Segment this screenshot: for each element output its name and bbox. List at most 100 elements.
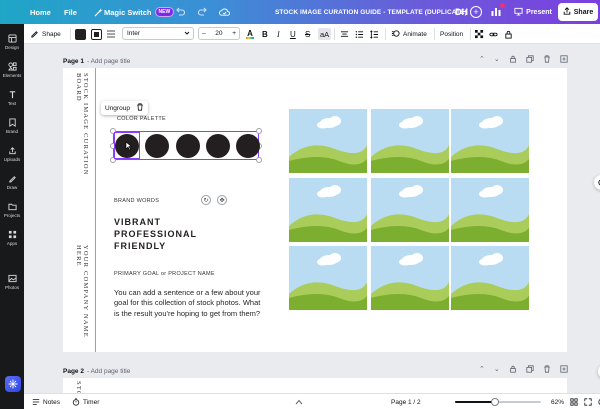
grid-view-button[interactable] bbox=[570, 394, 578, 409]
link-button[interactable] bbox=[489, 24, 498, 44]
stock-image-placeholder[interactable] bbox=[451, 246, 529, 310]
transparency-button[interactable] bbox=[475, 24, 484, 44]
duplicate-icon[interactable] bbox=[526, 365, 534, 375]
cloud-saved-icon[interactable] bbox=[218, 6, 230, 18]
stock-image-placeholder[interactable] bbox=[371, 246, 449, 310]
stock-image-placeholder[interactable] bbox=[451, 178, 529, 242]
chevron-down-icon[interactable]: ⌄ bbox=[494, 365, 500, 375]
chevron-up-icon[interactable]: ⌃ bbox=[479, 55, 485, 65]
page-indicator[interactable]: Page 1 / 2 bbox=[391, 394, 421, 409]
list-button[interactable] bbox=[355, 24, 364, 44]
letter-case-button[interactable]: aA bbox=[318, 28, 332, 40]
ungroup-button[interactable]: Ungroup bbox=[105, 105, 130, 112]
page-1-title-input[interactable]: - Add page title bbox=[87, 58, 130, 65]
refresh-suggestions-button[interactable] bbox=[594, 175, 600, 190]
rail-item-projects[interactable]: Projects bbox=[0, 197, 24, 223]
chevron-up-icon[interactable]: ⌃ bbox=[479, 365, 485, 375]
zoom-slider[interactable] bbox=[455, 398, 541, 406]
rail-item-draw[interactable]: Draw bbox=[0, 169, 24, 195]
avatar[interactable]: DH bbox=[453, 4, 470, 20]
stock-image-placeholder[interactable] bbox=[289, 109, 367, 173]
rail-item-photos[interactable]: Photos bbox=[0, 269, 24, 295]
cursor-icon bbox=[125, 141, 133, 151]
lines-icon bbox=[107, 30, 115, 38]
present-button[interactable]: Present bbox=[512, 4, 554, 20]
trash-icon[interactable] bbox=[543, 365, 551, 375]
strikethrough-button[interactable]: S bbox=[305, 24, 310, 44]
stock-image-placeholder[interactable] bbox=[289, 246, 367, 310]
font-size-increase[interactable]: + bbox=[232, 30, 236, 37]
document-title[interactable]: STOCK IMAGE CURATION GUIDE - TEMPLATE (D… bbox=[275, 0, 467, 24]
page-2-controls: ⌃ ⌄ bbox=[479, 365, 568, 375]
magic-media-button[interactable] bbox=[5, 376, 21, 392]
zoom-slider-handle[interactable] bbox=[491, 398, 500, 406]
add-collaborator-button[interactable]: + bbox=[470, 6, 482, 18]
add-page-icon[interactable] bbox=[560, 365, 568, 375]
stock-image-placeholder[interactable] bbox=[371, 178, 449, 242]
notes-button[interactable]: Notes bbox=[32, 394, 60, 409]
scroll-up-handle[interactable] bbox=[295, 394, 303, 409]
chevron-down-icon[interactable]: ⌄ bbox=[494, 55, 500, 65]
position-button[interactable]: Position bbox=[440, 24, 463, 44]
animate-button[interactable]: Animate bbox=[391, 24, 427, 44]
lock-icon[interactable] bbox=[509, 365, 517, 375]
goal-description[interactable]: You can add a sentence or a few about yo… bbox=[114, 288, 264, 319]
refresh-icon[interactable]: ↻ bbox=[201, 195, 211, 205]
rail-item-brand[interactable]: Brand bbox=[0, 113, 24, 139]
font-size-decrease[interactable]: – bbox=[202, 30, 206, 37]
resize-handle[interactable] bbox=[256, 157, 262, 163]
stock-image-placeholder[interactable] bbox=[289, 178, 367, 242]
font-size-value[interactable]: 20 bbox=[215, 30, 222, 37]
rail-item-text[interactable]: Text bbox=[0, 85, 24, 111]
primary-goal-label: PRIMARY GOAL or PROJECT NAME bbox=[114, 271, 215, 277]
undo-icon[interactable] bbox=[174, 6, 186, 18]
palette-color-5[interactable] bbox=[236, 134, 260, 158]
rail-item-uploads[interactable]: Uploads bbox=[0, 141, 24, 167]
divider-line bbox=[95, 68, 96, 352]
italic-button[interactable]: I bbox=[277, 24, 280, 44]
palette-color-3[interactable] bbox=[176, 134, 200, 158]
trash-icon[interactable] bbox=[136, 103, 144, 113]
align-button[interactable] bbox=[340, 24, 349, 44]
zoom-slider-fill bbox=[455, 401, 496, 403]
palette-color-2[interactable] bbox=[145, 134, 169, 158]
fullscreen-button[interactable] bbox=[584, 394, 592, 409]
home-button[interactable]: Home bbox=[24, 0, 57, 24]
fill-color-swatch[interactable] bbox=[75, 24, 86, 44]
move-icon[interactable]: ✥ bbox=[217, 195, 227, 205]
font-family-select[interactable]: Inter bbox=[122, 27, 194, 40]
share-button[interactable]: Share bbox=[558, 3, 598, 21]
add-page-icon[interactable] bbox=[560, 55, 568, 65]
duplicate-icon[interactable] bbox=[526, 55, 534, 65]
file-menu[interactable]: File bbox=[58, 0, 83, 24]
page-2-header: Page 2 - Add page title bbox=[63, 365, 130, 377]
underline-button[interactable]: U bbox=[290, 24, 296, 44]
color-palette-label: COLOR PALETTE bbox=[117, 116, 167, 122]
grid-icon bbox=[570, 398, 578, 406]
spacing-button[interactable] bbox=[370, 24, 379, 44]
lock-icon[interactable] bbox=[509, 55, 517, 65]
shape-button[interactable]: Shape bbox=[30, 24, 61, 44]
lock-icon bbox=[505, 30, 512, 39]
page-1[interactable]: STOCK IMAGE CURATION BOARD YOUR COMPANY … bbox=[63, 68, 567, 352]
page-2-title-input[interactable]: - Add page title bbox=[87, 368, 130, 375]
palette-color-4[interactable] bbox=[206, 134, 230, 158]
border-weight-button[interactable] bbox=[106, 24, 116, 44]
stock-image-placeholder[interactable] bbox=[371, 109, 449, 173]
text-color-button[interactable]: A bbox=[246, 24, 254, 44]
resize-handle[interactable] bbox=[256, 128, 262, 134]
rail-item-elements[interactable]: Elements bbox=[0, 57, 24, 83]
timer-button[interactable]: Timer bbox=[72, 394, 99, 409]
lock-button[interactable] bbox=[504, 24, 513, 44]
rail-item-design[interactable]: Design bbox=[0, 29, 24, 55]
font-size-stepper[interactable]: – 20 + bbox=[198, 27, 240, 40]
magic-switch-button[interactable]: Magic Switch NEW bbox=[86, 0, 180, 24]
stock-image-placeholder[interactable] bbox=[451, 109, 529, 173]
redo-icon[interactable] bbox=[197, 6, 209, 18]
bold-button[interactable]: B bbox=[262, 24, 268, 44]
rail-item-apps[interactable]: Apps bbox=[0, 225, 24, 251]
zoom-level[interactable]: 62% bbox=[551, 394, 564, 409]
trash-icon[interactable] bbox=[543, 55, 551, 65]
border-style-button[interactable] bbox=[91, 24, 102, 44]
brand-words[interactable]: VIBRANT PROFESSIONAL FRIENDLY bbox=[114, 216, 197, 252]
